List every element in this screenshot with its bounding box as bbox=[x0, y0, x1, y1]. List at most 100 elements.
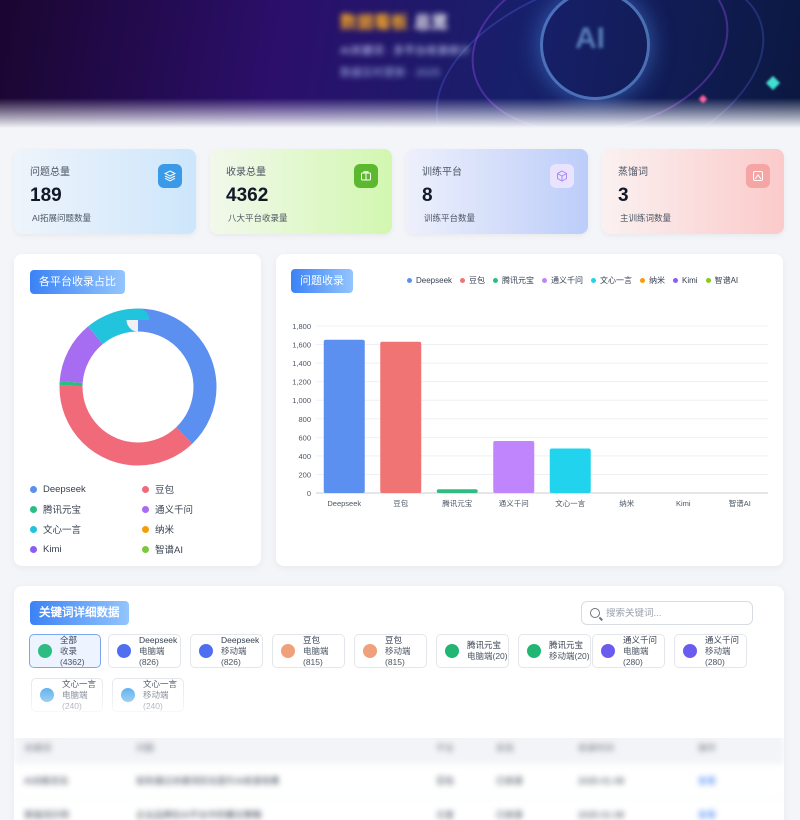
legend-dot bbox=[705, 278, 711, 283]
bar[interactable] bbox=[493, 441, 535, 493]
view-link[interactable]: 查看 bbox=[698, 808, 716, 820]
stat-value: 4362 bbox=[226, 185, 269, 206]
filter-chip[interactable]: 通义千问 电脑端(280) bbox=[592, 634, 665, 668]
stat-card-distill: 蒸馏词 3 主训练词数量 bbox=[602, 149, 784, 234]
legend-item[interactable]: 豆包 bbox=[142, 483, 250, 496]
tongyi-icon bbox=[683, 644, 697, 658]
chip-title: 通义千问 bbox=[623, 634, 658, 645]
briefcase-icon bbox=[354, 164, 378, 188]
bar-legend-item[interactable]: 通义千问 bbox=[542, 275, 583, 286]
legend-dot bbox=[30, 485, 37, 493]
legend-dot bbox=[142, 545, 149, 553]
bar[interactable] bbox=[323, 339, 365, 493]
table-header-cell: 关键词 bbox=[24, 742, 52, 753]
legend-dot bbox=[142, 485, 149, 493]
bar-legend-item[interactable]: Deepseek bbox=[407, 275, 452, 286]
sparkle-icon bbox=[765, 75, 781, 91]
legend-label: 纳米 bbox=[649, 276, 666, 285]
table-cell: 元宝 bbox=[436, 810, 455, 820]
x-tick-label: 通义千问 bbox=[499, 498, 529, 508]
legend-item[interactable]: 智谱AI bbox=[142, 543, 250, 556]
filter-chip[interactable]: 豆包 电脑端(815) bbox=[272, 634, 345, 668]
y-tick-label: 1,000 bbox=[292, 396, 311, 405]
chip-count: 电脑端(20) bbox=[467, 651, 508, 661]
question-index-panel: 问题收录 Deepseek 豆包 腾讯元宝 通义千问 文心一言 纳米 Kimi 智谱AI 02… bbox=[276, 254, 783, 566]
legend-label: 豆包 bbox=[469, 276, 486, 285]
donut-legend: Deepseek 豆包腾讯元宝 通义千问文心一言 纳米 Kimi 智谱AI bbox=[30, 483, 250, 556]
legend-item[interactable]: 文心一言 bbox=[30, 523, 142, 536]
table-header-cell: 状态 bbox=[496, 742, 515, 753]
legend-label: 通义千问 bbox=[551, 276, 584, 285]
chip-title: 豆包 bbox=[303, 634, 321, 645]
legend-dot bbox=[493, 278, 499, 283]
legend-label: Kimi bbox=[43, 543, 62, 555]
chip-count: 移动端(826) bbox=[221, 645, 247, 667]
filter-chip[interactable]: Deepseek 电脑端(826) bbox=[108, 634, 181, 668]
bar-legend-item[interactable]: 腾讯元宝 bbox=[493, 275, 534, 286]
legend-label: Deepseek bbox=[43, 483, 86, 495]
filter-chip[interactable]: 全部 收录(4362) bbox=[29, 634, 101, 668]
table-cell: 已收录 bbox=[496, 810, 524, 820]
search-icon bbox=[590, 608, 600, 618]
deepseek-icon bbox=[117, 644, 131, 658]
stat-value: 8 bbox=[422, 185, 433, 206]
chip-count: 收录(4362) bbox=[60, 645, 85, 667]
donut-chart bbox=[59, 308, 217, 466]
table-cell: 2025-01-08 bbox=[578, 775, 625, 786]
x-tick-label: 纳米 bbox=[619, 498, 634, 508]
filter-chip[interactable]: 腾讯元宝 电脑端(20) bbox=[436, 634, 509, 668]
hero-subtitle-secondary: 数据实时更新 · 2025 bbox=[340, 67, 441, 79]
bar[interactable] bbox=[380, 341, 422, 493]
view-link[interactable]: 查看 bbox=[698, 774, 716, 787]
legend-dot bbox=[142, 525, 149, 533]
legend-label: 豆包 bbox=[155, 485, 175, 496]
legend-item[interactable]: 纳米 bbox=[142, 523, 250, 536]
bar-legend-item[interactable]: Kimi bbox=[673, 275, 698, 286]
y-tick-label: 1,600 bbox=[292, 341, 311, 350]
legend-label: 文心一言 bbox=[43, 525, 82, 536]
legend-item[interactable]: 通义千问 bbox=[142, 503, 250, 516]
hero-subtitle: AI关键词 · 多平台收录统计 bbox=[340, 45, 471, 57]
table-cell: 豆包 bbox=[436, 776, 455, 786]
legend-item[interactable]: Deepseek bbox=[30, 483, 142, 495]
bar-legend-item[interactable]: 豆包 bbox=[460, 275, 485, 286]
bar-legend: Deepseek 豆包 腾讯元宝 通义千问 文心一言 纳米 Kimi 智谱AI bbox=[407, 275, 738, 286]
bar-legend-item[interactable]: 纳米 bbox=[640, 275, 665, 286]
x-tick-label: 文心一言 bbox=[555, 498, 585, 508]
legend-dot bbox=[142, 505, 149, 513]
bar-chart: 0 200 400 600 800 1,000 1,200 1,400 1,600 1,800 De… bbox=[292, 322, 768, 508]
table-row: AI训练优化 如何通过关键词优化提升AI收录效果 豆包 已收录 2025-01-… bbox=[14, 764, 784, 798]
hero-banner: AI 数据看板 总览 AI关键词 · 多平台收录统计 数据实时更新 · 2025 bbox=[0, 0, 800, 128]
stat-card-questions: 问题总量 189 AI拓展问题数量 bbox=[14, 149, 196, 234]
bar-legend-item[interactable]: 智谱AI bbox=[705, 275, 739, 286]
bar-legend-item[interactable]: 文心一言 bbox=[591, 275, 632, 286]
y-tick-label: 1,400 bbox=[292, 359, 311, 368]
keyword-table: 关键词 问题 平台 状态 收录时间 操作 AI训练优化 如何通过关键词优化提升A… bbox=[14, 730, 784, 820]
keyword-search[interactable] bbox=[581, 601, 753, 625]
y-tick-label: 400 bbox=[298, 452, 311, 461]
stat-value: 3 bbox=[618, 185, 629, 206]
legend-dot bbox=[30, 525, 37, 533]
filter-chip[interactable]: 腾讯元宝 移动端(20) bbox=[518, 634, 591, 668]
doubao-icon bbox=[281, 644, 295, 658]
filter-chip[interactable]: Deepseek 移动端(826) bbox=[190, 634, 263, 668]
hero-title-accent: 数据看板 bbox=[340, 13, 408, 32]
chip-count: 电脑端(280) bbox=[623, 645, 649, 667]
yuanbao-icon bbox=[527, 644, 541, 658]
x-tick-label: 豆包 bbox=[393, 498, 408, 508]
filter-chip[interactable]: 通义千问 移动端(280) bbox=[674, 634, 747, 668]
legend-item[interactable]: 腾讯元宝 bbox=[30, 503, 142, 516]
y-tick-label: 200 bbox=[298, 470, 311, 479]
legend-label: 智谱AI bbox=[714, 276, 739, 285]
bar[interactable] bbox=[436, 489, 478, 493]
legend-item[interactable]: Kimi bbox=[30, 543, 142, 555]
ai-logo-text: AI bbox=[575, 22, 605, 55]
stat-card-platforms: 训练平台 8 训练平台数量 bbox=[406, 149, 588, 234]
bar[interactable] bbox=[549, 448, 591, 493]
x-tick-label: Kimi bbox=[676, 499, 691, 508]
filter-chip[interactable]: 豆包 移动端(815) bbox=[354, 634, 427, 668]
y-tick-label: 800 bbox=[298, 415, 311, 424]
chip-title: Deepseek bbox=[221, 634, 260, 645]
search-input[interactable] bbox=[606, 607, 746, 619]
chip-title: 全部 bbox=[60, 634, 78, 645]
